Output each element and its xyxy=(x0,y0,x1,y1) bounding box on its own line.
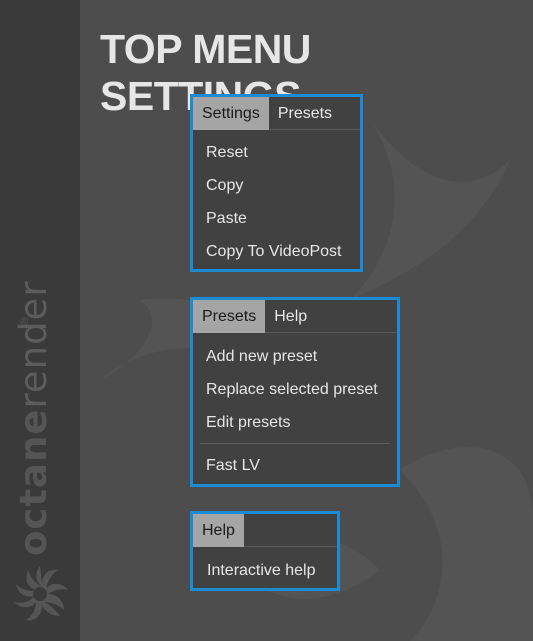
menu-item-copy[interactable]: Copy xyxy=(206,177,243,195)
menu-item-fast-lv[interactable]: Fast LV xyxy=(206,457,260,475)
tab-help[interactable]: Help xyxy=(193,514,244,547)
settings-menu-panel: Settings Presets Reset Copy Paste Copy T… xyxy=(190,94,363,272)
menu-item-paste[interactable]: Paste xyxy=(206,210,247,228)
tab-settings[interactable]: Settings xyxy=(193,97,269,130)
menu-item-add-new-preset[interactable]: Add new preset xyxy=(206,348,317,366)
menu-item-reset[interactable]: Reset xyxy=(206,144,248,162)
settings-menu-tabbar: Settings Presets xyxy=(193,97,360,130)
tab-presets[interactable]: Presets xyxy=(193,300,266,333)
help-menu-tabbar: Help xyxy=(193,514,337,547)
menu-item-replace-selected-preset[interactable]: Replace selected preset xyxy=(206,381,378,399)
tab-help[interactable]: Help xyxy=(265,300,316,333)
menu-separator xyxy=(200,443,390,444)
tab-presets[interactable]: Presets xyxy=(269,97,341,130)
registered-mark: ® xyxy=(20,316,29,328)
brand-wordmark: octanerender xyxy=(12,280,55,556)
brand-sidebar: octanerender ® xyxy=(0,0,80,641)
octane-logo-icon xyxy=(14,566,68,621)
help-menu-panel: Help Interactive help xyxy=(190,511,340,591)
help-menu: Help Interactive help xyxy=(193,514,337,588)
menu-item-edit-presets[interactable]: Edit presets xyxy=(206,414,290,432)
presets-menu-tabbar: Presets Help xyxy=(193,300,397,333)
menu-item-interactive-help[interactable]: Interactive help xyxy=(207,562,316,580)
presets-menu-panel: Presets Help Add new preset Replace sele… xyxy=(190,297,400,487)
settings-menu: Settings Presets Reset Copy Paste Copy T… xyxy=(193,97,360,269)
menu-item-copy-to-videopost[interactable]: Copy To VideoPost xyxy=(206,243,342,261)
presets-menu: Presets Help Add new preset Replace sele… xyxy=(193,300,397,484)
